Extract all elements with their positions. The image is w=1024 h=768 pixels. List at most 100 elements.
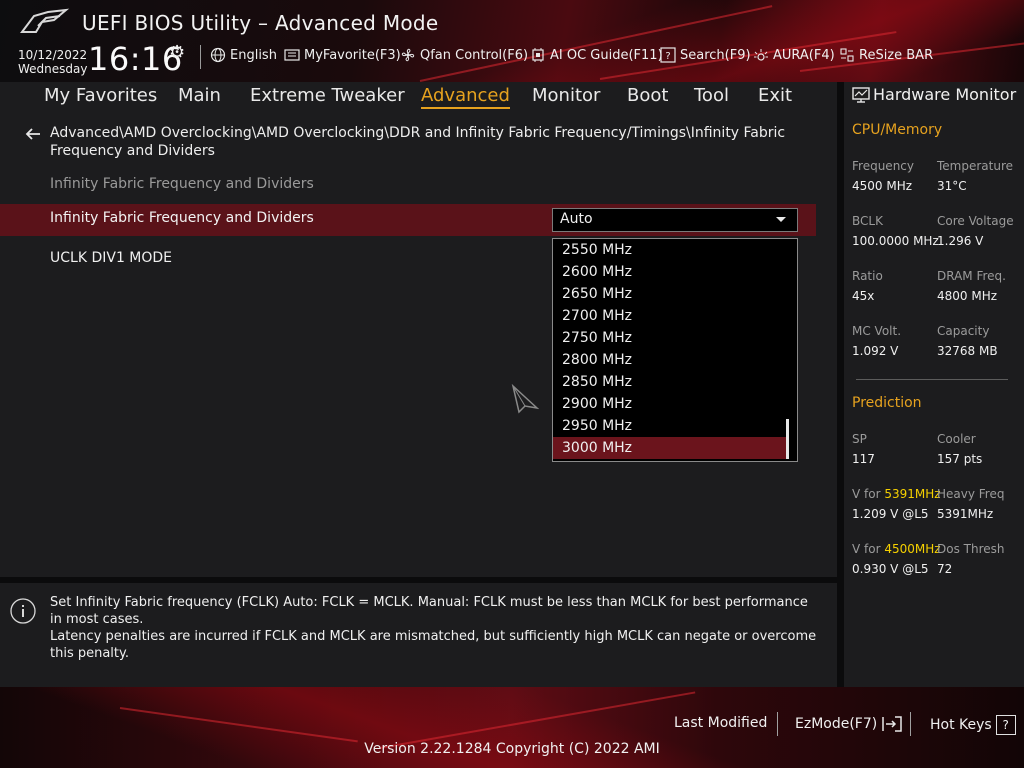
breadcrumb: Advanced\AMD Overclocking\AMD Overclocki…	[50, 125, 786, 159]
heavy-freq-value: 5391MHz	[937, 507, 994, 521]
qfan-control-button[interactable]: Qfan Control(F6)	[400, 47, 528, 63]
question-box-icon: ?	[660, 47, 676, 63]
heavy-freq-label: Heavy Freq	[937, 487, 1005, 501]
v-for-dos-value: 0.930 V @L5	[852, 562, 929, 576]
language-button[interactable]: English	[210, 47, 277, 63]
decorative-stripe	[119, 707, 358, 743]
aura-label: AURA(F4)	[773, 47, 835, 63]
favorite-list-icon	[284, 49, 300, 61]
dos-thresh-label: Dos Thresh	[937, 542, 1005, 556]
question-box-icon: ?	[995, 715, 1016, 735]
mc-volt-value: 1.092 V	[852, 344, 899, 358]
tab-my-favorites[interactable]: My Favorites	[44, 85, 157, 106]
option-item[interactable]: 2700 MHz	[553, 305, 789, 327]
section-title: Infinity Fabric Frequency and Dividers	[50, 176, 314, 192]
help-line: Latency penalties are incurred if FCLK a…	[50, 629, 817, 661]
gear-icon[interactable]: ⚙	[169, 42, 185, 63]
frequency-value: 4500 MHz	[852, 179, 913, 193]
v-for-prefix: V for	[852, 487, 885, 501]
hot-keys-label: Hot Keys	[930, 717, 992, 733]
last-modified-button[interactable]: Last Modified	[674, 715, 767, 731]
capacity-label: Capacity	[937, 324, 990, 338]
hardware-monitor-title: Hardware Monitor	[873, 85, 1017, 104]
option-item[interactable]: 2800 MHz	[553, 349, 789, 371]
weekday-text: Wednesday	[18, 62, 88, 76]
resize-bar-button[interactable]: ReSize BAR	[839, 47, 933, 63]
version-text: Version 2.22.1284 Copyright (C) 2022 AMI	[364, 741, 660, 757]
dropdown-value: Auto	[560, 211, 593, 227]
list-scrollbar[interactable]	[786, 419, 789, 459]
app-title: UEFI BIOS Utility – Advanced Mode	[82, 11, 439, 35]
mouse-cursor-icon	[511, 384, 539, 414]
v-for-prefix: V for	[852, 542, 885, 556]
dram-freq-value: 4800 MHz	[937, 289, 998, 303]
temperature-value: 31°C	[937, 179, 967, 193]
resize-bar-label: ReSize BAR	[859, 47, 934, 63]
tab-main[interactable]: Main	[178, 85, 221, 106]
ai-oc-guide-button[interactable]: AI OC Guide(F11)	[530, 47, 663, 63]
tab-extreme-tweaker[interactable]: Extreme Tweaker	[250, 85, 405, 106]
ratio-value: 45x	[852, 289, 875, 303]
cooler-value: 157 pts	[937, 452, 983, 466]
ratio-label: Ratio	[852, 269, 883, 283]
myfavorite-label: MyFavorite(F3)	[304, 47, 401, 63]
cpu-memory-heading: CPU/Memory	[852, 122, 943, 138]
bclk-value: 100.0000 MHz	[852, 234, 939, 248]
option-item[interactable]: 2900 MHz	[553, 393, 789, 415]
prediction-heading: Prediction	[852, 395, 922, 411]
v-for-heavy-value: 1.209 V @L5	[852, 507, 929, 521]
mc-volt-label: MC Volt.	[852, 324, 902, 338]
back-arrow-icon[interactable]	[24, 125, 42, 143]
date-display[interactable]: 10/12/2022 Wednesday	[18, 48, 87, 76]
option-item[interactable]: 2650 MHz	[553, 283, 789, 305]
v-for-frequency: 5391MHz	[884, 487, 941, 501]
dram-freq-label: DRAM Freq.	[937, 269, 1006, 283]
option-item-selected[interactable]: 3000 MHz	[553, 437, 789, 459]
footer-divider	[910, 712, 911, 736]
tab-exit[interactable]: Exit	[758, 85, 792, 106]
bclk-label: BCLK	[852, 214, 883, 228]
option-item[interactable]: 2550 MHz	[553, 239, 789, 261]
dos-thresh-value: 72	[937, 562, 953, 576]
last-modified-label: Last Modified	[674, 715, 768, 731]
header-divider	[200, 45, 201, 69]
hot-keys-button[interactable]: Hot Keys ?	[930, 715, 1016, 735]
v-for-dos-label: V for 4500MHz	[852, 542, 941, 556]
tab-tool[interactable]: Tool	[694, 85, 729, 106]
divider	[856, 379, 1008, 380]
option-item[interactable]: 2600 MHz	[553, 261, 789, 283]
ai-oc-label: AI OC Guide(F11)	[550, 47, 663, 63]
svg-text:?: ?	[665, 51, 670, 62]
globe-icon	[210, 47, 226, 63]
setting-label-fclk: Infinity Fabric Frequency and Dividers	[50, 210, 314, 226]
sp-label: SP	[852, 432, 867, 446]
ezmode-button[interactable]: EzMode(F7)	[795, 715, 903, 733]
aura-light-icon	[754, 49, 768, 61]
tab-advanced[interactable]: Advanced	[421, 85, 510, 109]
chevron-down-icon[interactable]	[776, 217, 786, 222]
dropdown-options-list[interactable]: 2550 MHz 2600 MHz 2650 MHz 2700 MHz 2750…	[552, 238, 798, 462]
info-icon	[10, 598, 36, 624]
date-text: 10/12/2022	[18, 48, 88, 62]
decorative-stripe	[419, 5, 773, 82]
setting-label-uclk[interactable]: UCLK DIV1 MODE	[50, 250, 172, 266]
help-text: Set Infinity Fabric frequency (FCLK) Aut…	[50, 594, 820, 662]
option-item[interactable]: 2850 MHz	[553, 371, 789, 393]
capacity-value: 32768 MB	[937, 344, 998, 358]
aura-button[interactable]: AURA(F4)	[753, 47, 835, 63]
chip-icon	[532, 48, 544, 62]
language-label: English	[230, 47, 277, 63]
core-voltage-label: Core Voltage	[937, 214, 1014, 228]
fan-icon	[401, 48, 415, 62]
myfavorite-button[interactable]: MyFavorite(F3)	[284, 47, 401, 63]
option-item[interactable]: 2750 MHz	[553, 327, 789, 349]
tab-boot[interactable]: Boot	[627, 85, 668, 106]
search-button[interactable]: ? Search(F9)	[660, 47, 751, 63]
qfan-label: Qfan Control(F6)	[420, 47, 529, 63]
tab-monitor[interactable]: Monitor	[532, 85, 600, 106]
v-for-heavy-label: V for 5391MHz	[852, 487, 941, 501]
footer-divider	[777, 712, 778, 736]
option-item[interactable]: 2950 MHz	[553, 415, 789, 437]
sp-value: 117	[852, 452, 875, 466]
frequency-label: Frequency	[852, 159, 914, 173]
